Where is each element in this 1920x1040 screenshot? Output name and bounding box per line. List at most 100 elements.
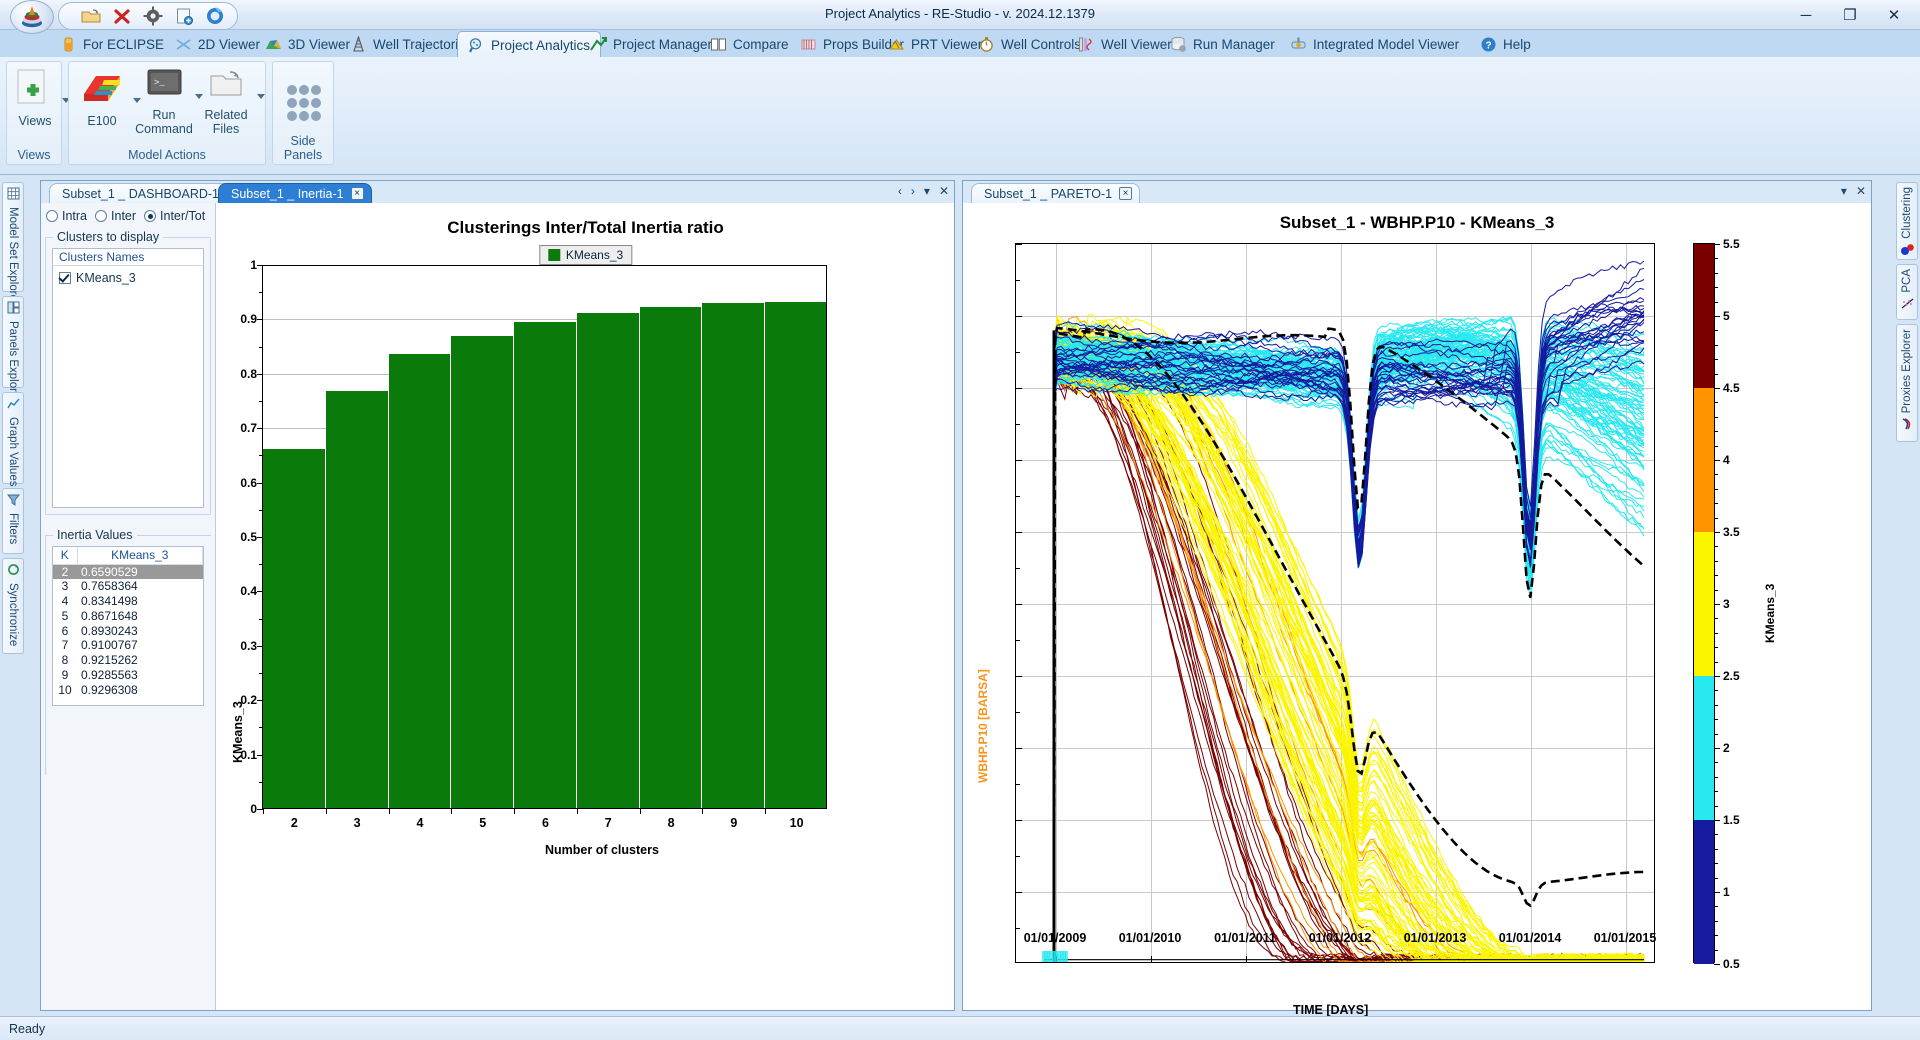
radio-inter[interactable]: Inter xyxy=(95,209,136,223)
maximize-button[interactable]: ❐ xyxy=(1828,2,1872,28)
related-files-dropdown-caret[interactable] xyxy=(257,94,265,99)
bar[interactable] xyxy=(765,302,828,808)
table-row[interactable]: 7 0.9100767 xyxy=(53,638,203,653)
y-tick-label: 0.1 xyxy=(240,747,257,762)
radio-intra-dot xyxy=(46,210,58,222)
table-row[interactable]: 6 0.8930243 xyxy=(53,623,203,638)
ribbon-tab-label: Project Analytics xyxy=(491,37,591,53)
refresh-icon[interactable] xyxy=(205,6,225,26)
prt-icon xyxy=(888,36,905,53)
views-button[interactable]: Views xyxy=(2,68,70,128)
side-tab-pca[interactable]: PCA xyxy=(1896,264,1918,320)
y-tick-label: 0 xyxy=(250,802,257,816)
bar[interactable] xyxy=(263,449,326,808)
panel-menu-button[interactable]: ▾ xyxy=(1841,184,1847,198)
pareto-panel: Subset_1 _ PARETO-1 × ▾ ✕ Subset_1 - WBH… xyxy=(962,180,1872,1017)
doc-tab-inertia[interactable]: Subset_1 _ Inertia-1 × xyxy=(218,183,372,203)
side-tab-synchronize[interactable]: Synchronize xyxy=(2,558,24,654)
clusters-group-title: Clusters to display xyxy=(53,230,164,244)
colorbar-minor-tick xyxy=(1714,632,1718,634)
gear-icon[interactable] xyxy=(143,6,163,26)
ribbon-tab-help[interactable]: ? Help xyxy=(1470,31,1541,58)
bar[interactable] xyxy=(451,336,515,808)
cell-value: 0.7658364 xyxy=(81,579,138,594)
colorbar-minor-tick xyxy=(1714,272,1718,274)
table-row[interactable]: 4 0.8341498 xyxy=(53,594,203,609)
side-tab-label: Model Set Explorer xyxy=(7,207,19,305)
side-tab-model-set-explorer[interactable]: Model Set Explorer xyxy=(2,182,24,305)
colorbar-segment xyxy=(1694,244,1714,388)
table-row[interactable]: 2 0.6590529 xyxy=(53,564,203,579)
doc-tab-close-icon[interactable]: × xyxy=(350,187,364,200)
bar[interactable] xyxy=(639,306,703,808)
tab-nav-next-button[interactable]: › xyxy=(911,184,915,198)
clusters-listbox[interactable]: Clusters Names KMeans_3 xyxy=(52,248,204,508)
bar[interactable] xyxy=(702,302,766,808)
minimize-button[interactable]: ─ xyxy=(1784,2,1828,28)
app-logo-icon[interactable] xyxy=(10,0,54,34)
new-document-icon[interactable] xyxy=(174,6,194,26)
x-tick-mark xyxy=(451,808,453,814)
side-tab-label: Clustering xyxy=(1901,187,1913,239)
related-files-button[interactable]: Related Files xyxy=(193,68,265,136)
panel-close-button[interactable]: ✕ xyxy=(939,184,949,198)
cell-k: 5 xyxy=(61,608,69,623)
open-folder-icon[interactable] xyxy=(81,6,101,26)
colorbar-tick xyxy=(1714,676,1720,677)
table-row[interactable]: 5 0.8671648 xyxy=(53,608,203,623)
colorbar-segment xyxy=(1694,388,1714,532)
y-tick-label: 0.7 xyxy=(240,421,257,436)
bar[interactable] xyxy=(388,354,452,808)
ribbon-tab-for-eclipse[interactable]: For ECLIPSE xyxy=(50,31,174,58)
x-tick-label: 5 xyxy=(479,816,487,830)
ribbon-tab-strip: For ECLIPSE 2D Viewer 3D Viewer Well Tra… xyxy=(0,30,1920,58)
cell-k: 10 xyxy=(58,682,72,697)
side-tab-proxies-explorer[interactable]: Proxies Explorer xyxy=(1896,324,1918,442)
inertia-options-pane: Intra Inter Inter/Tot Clusters to displa… xyxy=(41,203,216,1010)
column-header-k: K xyxy=(53,547,78,565)
cell-k: 4 xyxy=(61,593,69,608)
colorbar-tick xyxy=(1714,748,1720,749)
ribbon-tab-integrated-model-viewer[interactable]: Integrated Model Viewer xyxy=(1280,31,1469,58)
doc-tab-close-icon[interactable]: × xyxy=(1119,187,1133,200)
e100-button-label: E100 xyxy=(87,114,117,128)
side-panels-button[interactable] xyxy=(271,82,337,127)
run-command-button[interactable]: >_ Run Command xyxy=(131,68,203,136)
cluster-checkbox-row[interactable]: KMeans_3 xyxy=(59,271,136,285)
cell-k: 8 xyxy=(61,653,69,668)
ribbon-tab-compare[interactable]: Compare xyxy=(700,31,799,58)
views-button-label: Views xyxy=(18,114,52,128)
cell-k: 9 xyxy=(61,667,69,682)
panel-close-button[interactable]: ✕ xyxy=(1856,184,1866,198)
colorbar-minor-tick xyxy=(1714,431,1718,433)
table-row[interactable]: 8 0.9215262 xyxy=(53,653,203,668)
bar[interactable] xyxy=(514,322,577,808)
radio-intra[interactable]: Intra xyxy=(46,209,87,223)
colorbar-tick-label: 0.5 xyxy=(1723,957,1740,971)
side-tab-panels-explorer[interactable]: Panels Explorer xyxy=(2,296,24,402)
bar[interactable] xyxy=(576,312,640,808)
tab-nav-prev-button[interactable]: ‹ xyxy=(898,184,902,198)
side-tab-graph-values[interactable]: Graph Values xyxy=(2,392,24,486)
ribbon-tab-run-manager[interactable]: Run Manager xyxy=(1160,31,1285,58)
bar[interactable] xyxy=(325,391,389,808)
side-tab-filters[interactable]: Filters xyxy=(2,488,24,554)
cell-value: 0.9285563 xyxy=(81,667,138,682)
help-icon: ? xyxy=(1480,36,1497,53)
chart-legend[interactable]: KMeans_3 xyxy=(538,245,633,265)
side-tab-clustering[interactable]: Clustering xyxy=(1896,182,1918,260)
table-row[interactable]: 9 0.9285563 xyxy=(53,668,203,683)
pareto-panel-tabbar: Subset_1 _ PARETO-1 × ▾ ✕ xyxy=(963,181,1871,203)
doc-tab-pareto[interactable]: Subset_1 _ PARETO-1 × xyxy=(971,183,1141,203)
delete-icon[interactable] xyxy=(112,6,132,26)
colorbar-minor-tick xyxy=(1714,863,1718,865)
e100-button[interactable]: E100 xyxy=(69,68,141,128)
panel-menu-button[interactable]: ▾ xyxy=(924,184,930,198)
inertia-values-table-wrap[interactable]: K KMeans_3 2 0.6590529 3 0.7658364 4 0.8341… xyxy=(52,546,204,706)
cluster-checkbox[interactable] xyxy=(59,272,71,284)
table-row[interactable]: 3 0.7658364 xyxy=(53,579,203,594)
inertia-panel-body: Intra Inter Inter/Tot Clusters to displa… xyxy=(41,203,954,1010)
table-row[interactable]: 10 0.9296308 xyxy=(53,682,203,697)
radio-inter-tot[interactable]: Inter/Tot xyxy=(144,209,205,223)
close-button[interactable]: ✕ xyxy=(1872,2,1916,28)
